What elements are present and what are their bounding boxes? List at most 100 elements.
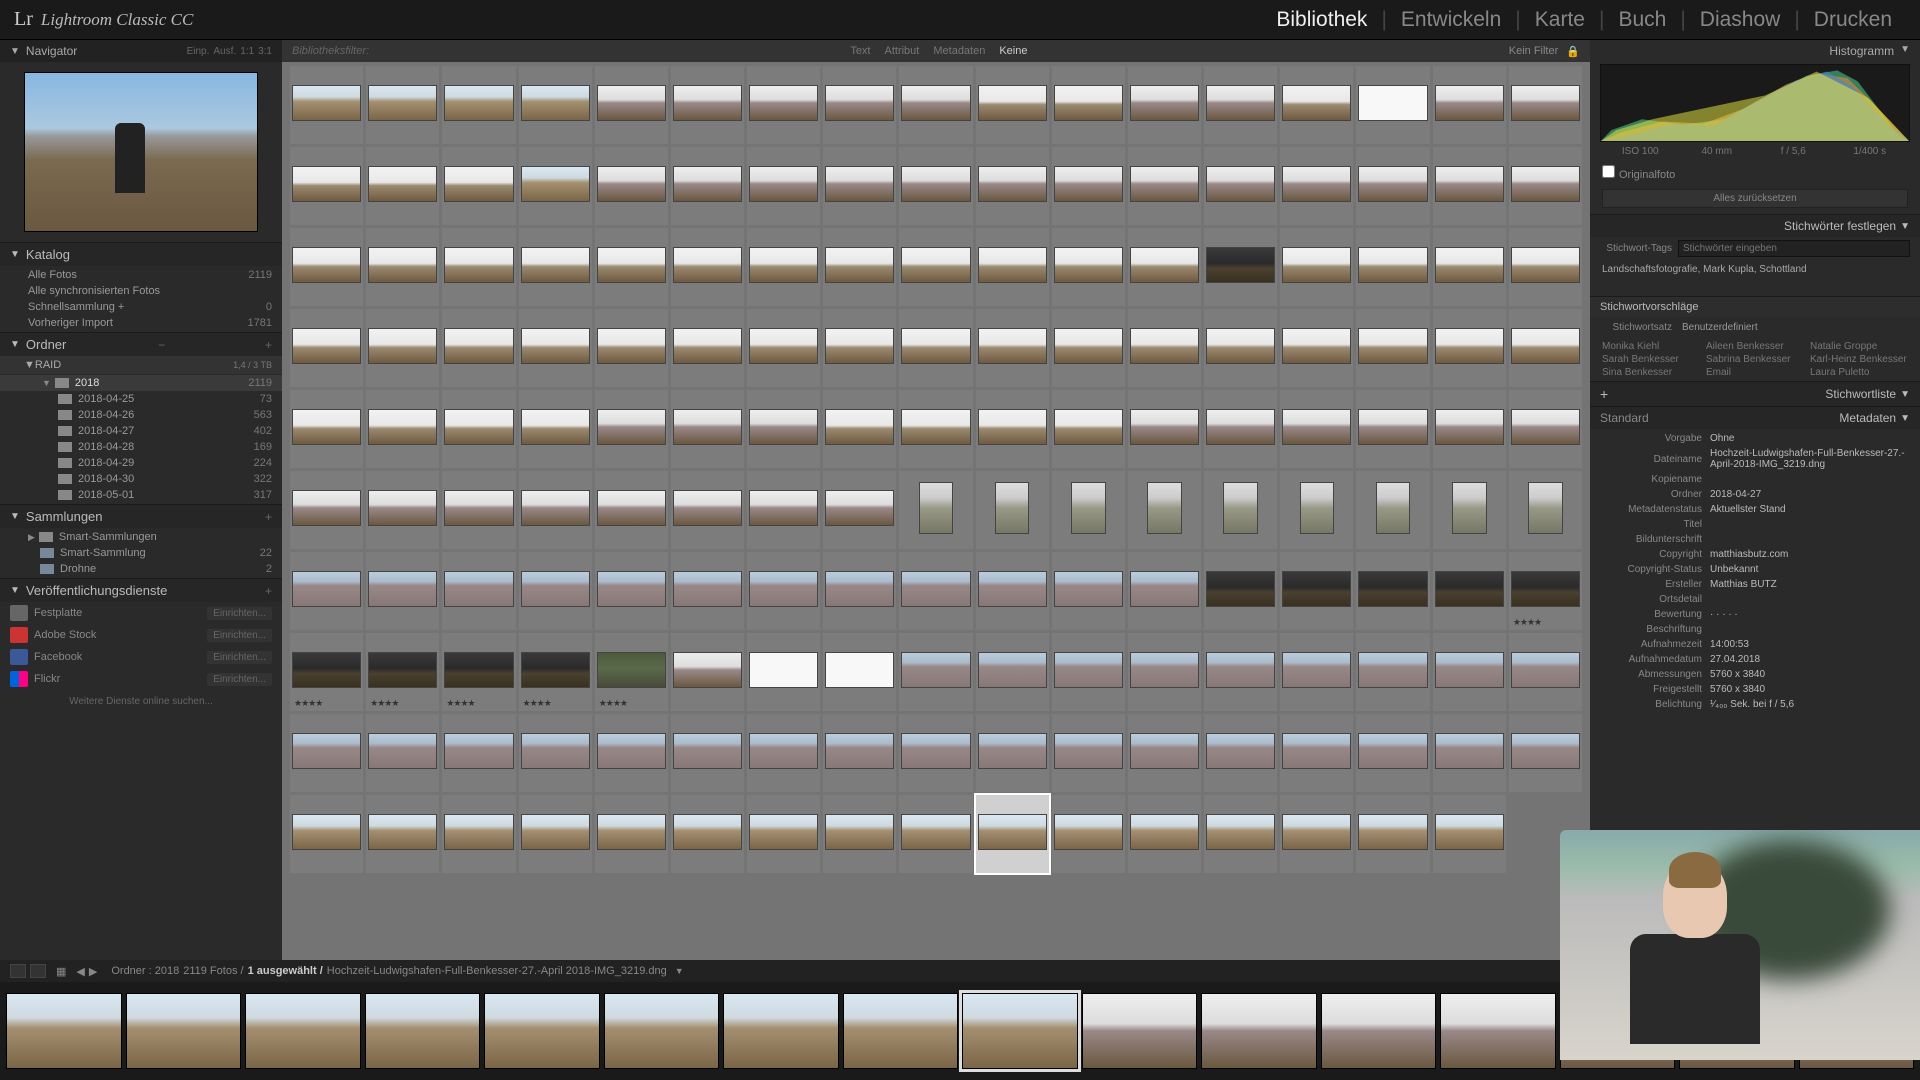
grid-cell[interactable]	[595, 228, 668, 306]
filter-tab-text[interactable]: Text	[850, 45, 870, 57]
grid-cell[interactable]	[1509, 66, 1582, 144]
grid-cell[interactable]	[1509, 471, 1582, 549]
grid-cell[interactable]	[1356, 390, 1429, 468]
filmstrip-path[interactable]: Ordner : 2018	[111, 965, 179, 977]
grid-cell[interactable]	[1280, 633, 1353, 711]
metadata-row[interactable]: Copyrightmatthiasbutz.com	[1590, 547, 1920, 562]
grid-cell[interactable]	[899, 309, 972, 387]
grid-cell[interactable]	[671, 147, 744, 225]
navigator-preview[interactable]	[24, 72, 258, 232]
grid-cell[interactable]	[1204, 228, 1277, 306]
setup-button[interactable]: Einrichten...	[207, 651, 272, 664]
grid-cell[interactable]	[747, 552, 820, 630]
keyword-suggestion[interactable]: Karl-Heinz Benkesser	[1810, 354, 1908, 365]
grid-cell[interactable]: ★★★★	[366, 633, 439, 711]
metadata-row[interactable]: Aufnahmezeit14:00:53	[1590, 637, 1920, 652]
grid-cell[interactable]	[899, 66, 972, 144]
grid-cell[interactable]	[1052, 471, 1125, 549]
metadata-row[interactable]: DateinameHochzeit-Ludwigshafen-Full-Benk…	[1590, 446, 1920, 472]
filmstrip-thumb[interactable]	[1082, 993, 1198, 1069]
histogram-header[interactable]: Histogramm▼	[1590, 40, 1920, 62]
module-slideshow[interactable]: Diashow	[1686, 8, 1795, 32]
grid-cell[interactable]	[899, 633, 972, 711]
grid-cell[interactable]	[519, 390, 592, 468]
grid-cell[interactable]	[290, 714, 363, 792]
grid-cell[interactable]	[519, 471, 592, 549]
grid-cell[interactable]	[1052, 66, 1125, 144]
grid-cell[interactable]: ★★★★	[519, 633, 592, 711]
publish-header[interactable]: ▼ Veröffentlichungsdienste +	[0, 579, 282, 602]
grid-cell[interactable]	[671, 228, 744, 306]
grid-cell[interactable]	[976, 795, 1049, 873]
nav-mode-fill[interactable]: Ausf.	[213, 46, 236, 57]
grid-cell[interactable]	[747, 147, 820, 225]
grid-cell[interactable]	[671, 309, 744, 387]
grid-cell[interactable]	[1128, 714, 1201, 792]
grid-cell[interactable]	[976, 147, 1049, 225]
nav-back-icon[interactable]: ◀	[76, 965, 84, 978]
grid-cell[interactable]	[442, 66, 515, 144]
grid-cell[interactable]	[366, 66, 439, 144]
grid-cell[interactable]	[1204, 471, 1277, 549]
grid-cell[interactable]	[1204, 147, 1277, 225]
folder-date[interactable]: 2018-04-27402	[0, 423, 282, 439]
grid-cell[interactable]	[747, 390, 820, 468]
folders-plus[interactable]: +	[265, 338, 272, 352]
original-checkbox[interactable]: Originalfoto	[1590, 163, 1920, 187]
navigator-header[interactable]: ▼ Navigator Einp. Ausf. 1:1 3:1	[0, 40, 282, 62]
grid-cell[interactable]	[899, 147, 972, 225]
folder-date[interactable]: 2018-05-01317	[0, 487, 282, 503]
grid-cell[interactable]	[1280, 795, 1353, 873]
grid-cell[interactable]	[1356, 147, 1429, 225]
grid-cell[interactable]	[747, 471, 820, 549]
folder-date[interactable]: 2018-04-26563	[0, 407, 282, 423]
nav-fwd-icon[interactable]: ▶	[89, 965, 97, 978]
grid-cell[interactable]	[442, 147, 515, 225]
grid-cell[interactable]	[366, 795, 439, 873]
grid-cell[interactable]	[1204, 309, 1277, 387]
metadata-row[interactable]: Titel	[1590, 517, 1920, 532]
nav-mode-3-1[interactable]: 3:1	[258, 46, 272, 57]
grid-cell[interactable]	[442, 552, 515, 630]
setup-button[interactable]: Einrichten...	[207, 607, 272, 620]
metadata-header[interactable]: StandardMetadaten▼	[1590, 406, 1920, 429]
grid-cell[interactable]	[1280, 309, 1353, 387]
grid-cell[interactable]	[1356, 309, 1429, 387]
metadata-row[interactable]: MetadatenstatusAktuellster Stand	[1590, 502, 1920, 517]
collection-item[interactable]: Drohne2	[0, 561, 282, 577]
grid-cell[interactable]	[1356, 228, 1429, 306]
filmstrip-thumb[interactable]	[365, 993, 481, 1069]
setup-button[interactable]: Einrichten...	[207, 673, 272, 686]
grid-cell[interactable]	[519, 66, 592, 144]
grid-cell[interactable]	[519, 228, 592, 306]
filmstrip-thumb[interactable]	[126, 993, 242, 1069]
grid-cell[interactable]	[1128, 390, 1201, 468]
keywording-header[interactable]: Stichwörter festlegen▼	[1590, 214, 1920, 237]
filmstrip-thumb[interactable]	[1440, 993, 1556, 1069]
metadata-row[interactable]: Belichtung¹⁄₄₀₀ Sek. bei f / 5,6	[1590, 697, 1920, 712]
second-window-icon[interactable]	[30, 964, 46, 978]
grid-cell[interactable]	[595, 66, 668, 144]
folder-date[interactable]: 2018-04-2573	[0, 391, 282, 407]
grid-cell[interactable]	[1052, 390, 1125, 468]
metadata-row[interactable]: Abmessungen5760 x 3840	[1590, 667, 1920, 682]
folder-year[interactable]: ▼20182119	[0, 375, 282, 391]
grid-cell[interactable]	[671, 552, 744, 630]
filmstrip-thumb[interactable]	[604, 993, 720, 1069]
keyword-suggestion[interactable]: Laura Puletto	[1810, 367, 1908, 378]
main-window-icon[interactable]	[10, 964, 26, 978]
grid-cell[interactable]	[366, 390, 439, 468]
grid-cell[interactable]	[1280, 228, 1353, 306]
metadata-row[interactable]: Copyright-StatusUnbekannt	[1590, 562, 1920, 577]
grid-cell[interactable]	[1433, 66, 1506, 144]
grid-cell[interactable]	[366, 471, 439, 549]
reset-all-button[interactable]: Alles zurücksetzen	[1602, 189, 1908, 208]
original-check[interactable]	[1602, 165, 1615, 178]
drive-row[interactable]: ▼ RAID 1,4 / 3 TB	[0, 356, 282, 374]
grid-cell[interactable]	[595, 714, 668, 792]
grid-cell[interactable]	[1433, 552, 1506, 630]
grid-cell[interactable]	[823, 66, 896, 144]
grid-cell[interactable]	[290, 471, 363, 549]
histogram[interactable]	[1600, 64, 1910, 142]
keyword-suggestion[interactable]: Aileen Benkesser	[1706, 341, 1804, 352]
